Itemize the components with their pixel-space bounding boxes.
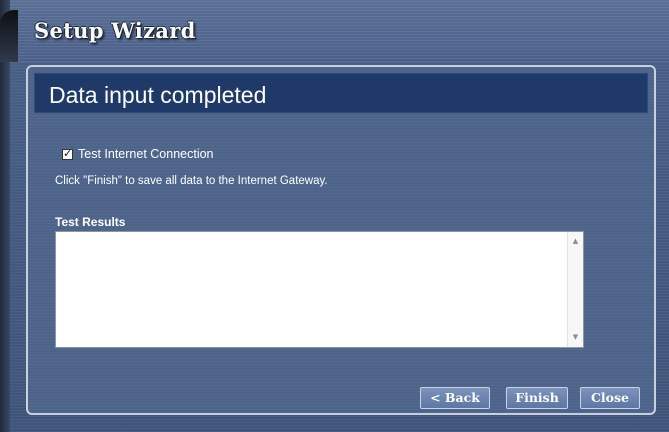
content-panel: Data input completed ✓ Test Internet Con… [26, 65, 656, 415]
panel-title: Data input completed [49, 82, 267, 108]
window-left-rail [0, 0, 10, 432]
panel-header: Data input completed [34, 73, 648, 113]
scroll-up-arrow-icon[interactable]: ▲ [568, 234, 583, 249]
wizard-title: Setup Wizard [34, 18, 196, 43]
close-button[interactable]: Close [580, 387, 640, 409]
test-connection-label[interactable]: Test Internet Connection [78, 147, 214, 161]
test-connection-option[interactable]: ✓ Test Internet Connection [62, 146, 214, 162]
checkmark-icon: ✓ [63, 146, 73, 160]
finish-hint-text: Click "Finish" to save all data to the I… [55, 175, 328, 187]
test-results-textarea[interactable]: ▲ ▼ [55, 231, 584, 348]
setup-wizard-window: Setup Wizard Data input completed ✓ Test… [0, 0, 669, 432]
test-connection-checkbox[interactable]: ✓ [62, 146, 73, 160]
test-results-label: Test Results [55, 215, 126, 229]
finish-button[interactable]: Finish [506, 387, 568, 409]
results-scrollbar[interactable]: ▲ ▼ [567, 232, 583, 347]
scroll-down-arrow-icon[interactable]: ▼ [568, 330, 583, 345]
back-button[interactable]: < Back [420, 387, 490, 409]
title-bar-corner [0, 10, 18, 62]
